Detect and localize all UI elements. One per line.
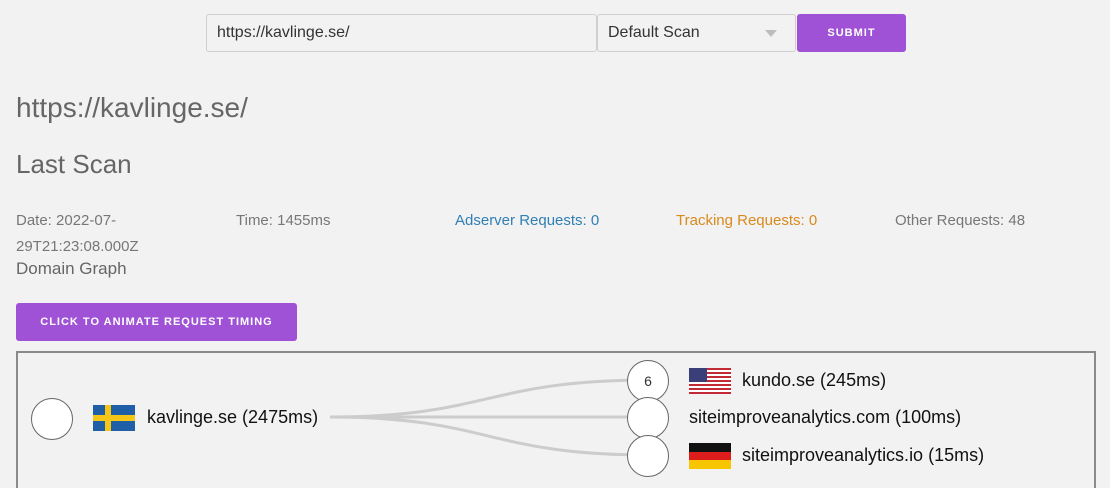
scan-time: Time: 1455ms [236, 212, 331, 229]
graph-node-root[interactable] [31, 398, 73, 440]
page: Default Scan SUBMIT https://kavlinge.se/… [0, 0, 1110, 488]
domain-graph-label: Domain Graph [16, 259, 127, 278]
graph-node-label: siteimproveanalytics.io (15ms) [742, 445, 985, 465]
scan-date: Date: 2022-07-29T21:23:08.000Z [16, 212, 139, 255]
sweden-flag [93, 405, 135, 431]
graph-link [329, 415, 649, 457]
graph-node-label: kavlinge.se (2475ms) [147, 407, 319, 427]
section-title: Last Scan [16, 149, 132, 179]
germany-flag [689, 443, 731, 469]
other-requests: Other Requests: 48 [895, 212, 1026, 229]
graph-node-child[interactable]: 6 [627, 360, 669, 402]
graph-node-label: siteimproveanalytics.com (100ms) [689, 407, 962, 427]
url-input[interactable] [206, 14, 597, 52]
tracking-requests: Tracking Requests: 0 [676, 212, 818, 229]
scan-type-value: Default Scan [608, 24, 700, 41]
chevron-down-icon [765, 30, 777, 37]
submit-button[interactable]: SUBMIT [797, 14, 906, 52]
usa-flag [689, 368, 731, 394]
graph-link [329, 378, 649, 419]
animate-request-timing-button[interactable]: CLICK TO ANIMATE REQUEST TIMING [16, 303, 297, 341]
domain-graph[interactable]: kavlinge.se (2475ms) 6 kundo.se (245ms) … [16, 351, 1096, 488]
graph-node-child[interactable] [627, 397, 669, 439]
page-title: https://kavlinge.se/ [16, 92, 248, 123]
graph-node-label: kundo.se (245ms) [742, 370, 887, 390]
request-count: 6 [644, 373, 652, 389]
graph-node-child[interactable] [627, 435, 669, 477]
adserver-requests: Adserver Requests: 0 [455, 212, 600, 229]
scan-type-select[interactable]: Default Scan [597, 14, 796, 52]
